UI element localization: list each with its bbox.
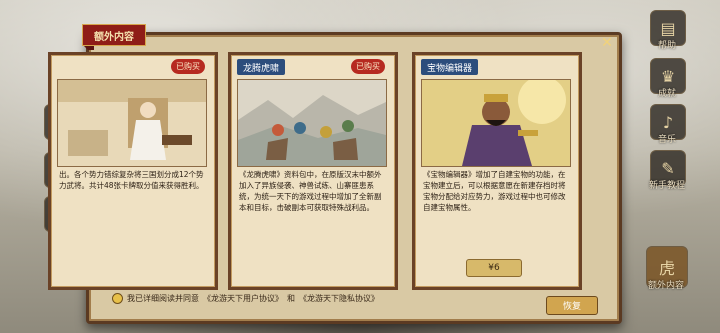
- and-text: 和: [287, 294, 295, 303]
- close-icon: ✕: [601, 35, 613, 51]
- user-agreement-link[interactable]: 《龙游天下用户协议》: [203, 293, 283, 304]
- scholar-illustration: [58, 80, 206, 166]
- card-title-text: 宝物编辑器: [427, 63, 473, 74]
- warrior-illustration: [422, 80, 570, 166]
- card-title-text: 龙腾虎啸: [243, 63, 280, 74]
- battle-illustration: [238, 80, 386, 166]
- card-artwork: [237, 79, 387, 167]
- owned-badge: 已购买: [171, 59, 205, 74]
- dlc-card-3[interactable]: 宝物编辑器 《宝物编辑器》增加了自建宝物的功能，在宝物建立后，可以根据意愿在新建…: [412, 52, 582, 290]
- achievement-label: 成就: [657, 89, 676, 99]
- restore-button[interactable]: 恢复: [546, 296, 598, 315]
- dialog-title: 额外内容: [82, 24, 146, 46]
- book-icon: ▤: [660, 18, 676, 38]
- card-artwork: [421, 79, 571, 167]
- privacy-link[interactable]: 《龙游天下隐私协议》: [299, 293, 379, 304]
- dlc-card-2[interactable]: 龙腾虎啸 已购买 《龙腾虎啸》资料包中，在原版汉末中额外加入了异族侵袭、神兽试练…: [228, 52, 398, 290]
- agree-checkbox[interactable]: [112, 293, 123, 304]
- tutorial-icon: ✎: [661, 158, 675, 178]
- card-description: 出。各个势力错综复杂将三国划分成12个势力武将。共计48张卡牌取分值来获得胜利。: [59, 170, 204, 190]
- dlc-card-1[interactable]: 已购买 出。各个势力错综复杂将三国划分成12个势力武将。共计48张卡牌取分值来获…: [48, 52, 218, 290]
- agree-text: 我已详细阅读并同意: [127, 294, 199, 303]
- extra-content-label: 额外内容: [647, 281, 684, 291]
- card-title: 宝物编辑器: [421, 59, 479, 75]
- trophy-icon: ♛: [660, 66, 676, 86]
- music-icon: ♪: [662, 112, 674, 132]
- music-label: 音乐: [657, 135, 676, 145]
- tutorial-label: 新手教程: [648, 181, 685, 191]
- card-description: 《龙腾虎啸》资料包中，在原版汉末中额外加入了异族侵袭、神兽试练、山寨匪患系统，为…: [239, 170, 382, 212]
- card-description: 《宝物编辑器》增加了自建宝物的功能，在宝物建立后，可以根据意愿在新建存档时将宝物…: [423, 170, 566, 212]
- owned-badge: 已购买: [351, 59, 385, 74]
- card-artwork: [57, 79, 207, 167]
- buy-button[interactable]: ¥6: [466, 259, 522, 277]
- tiger-icon: 虎: [658, 259, 675, 278]
- card-title: 龙腾虎啸: [237, 59, 286, 75]
- help-label: 帮助: [657, 41, 676, 51]
- close-button[interactable]: ✕: [598, 34, 616, 52]
- agreement-row: 我已详细阅读并同意 《龙游天下用户协议》 和 《龙游天下隐私协议》: [112, 293, 379, 304]
